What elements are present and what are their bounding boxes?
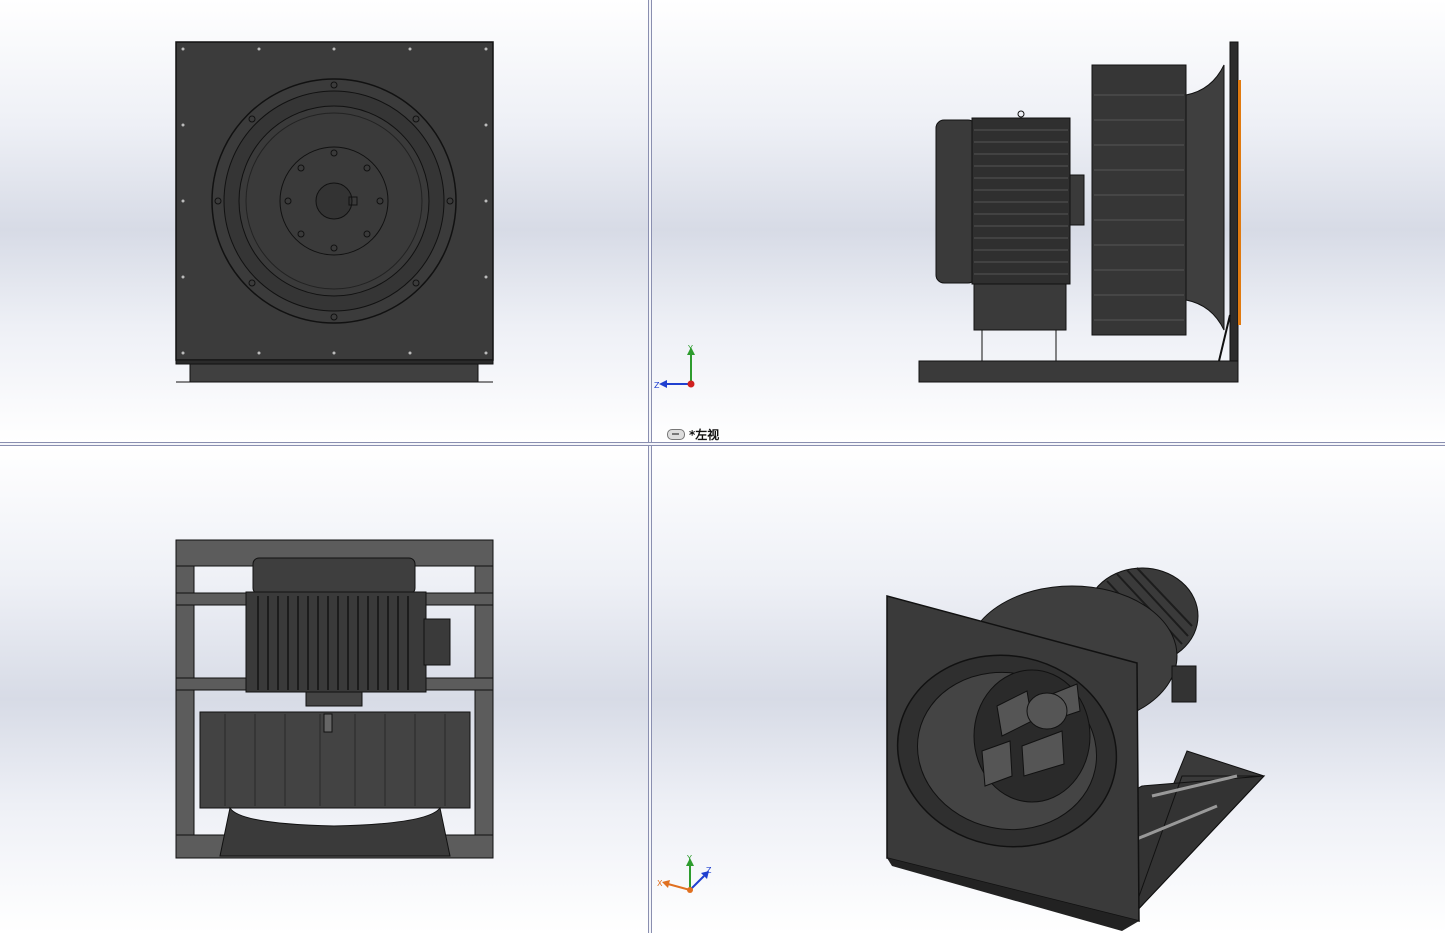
fan-bottom-view: [175, 539, 494, 859]
fan-front-view: [175, 41, 494, 383]
svg-text:Z: Z: [654, 381, 660, 390]
viewport-splitter-horizontal[interactable]: [0, 442, 1445, 446]
viewport-splitter-vertical[interactable]: [648, 0, 652, 933]
fan-left-view: [918, 41, 1241, 383]
view-label: *左视: [667, 426, 719, 442]
axis-triad-icon: Y Z: [654, 343, 698, 395]
viewport-isometric[interactable]: Y X Z: [652, 446, 1445, 933]
svg-text:X: X: [657, 879, 663, 888]
link-icon: [667, 429, 685, 440]
viewport-front[interactable]: [0, 0, 648, 442]
svg-text:Y: Y: [686, 854, 692, 863]
axis-triad-icon: Y X Z: [656, 854, 716, 902]
viewport-bottom[interactable]: [0, 446, 648, 933]
svg-text:Z: Z: [706, 866, 712, 875]
view-label-text: *左视: [689, 428, 720, 442]
viewport-left[interactable]: Y Z *左视: [652, 0, 1445, 442]
fan-isometric-view: [886, 567, 1266, 931]
svg-text:Y: Y: [687, 344, 693, 353]
